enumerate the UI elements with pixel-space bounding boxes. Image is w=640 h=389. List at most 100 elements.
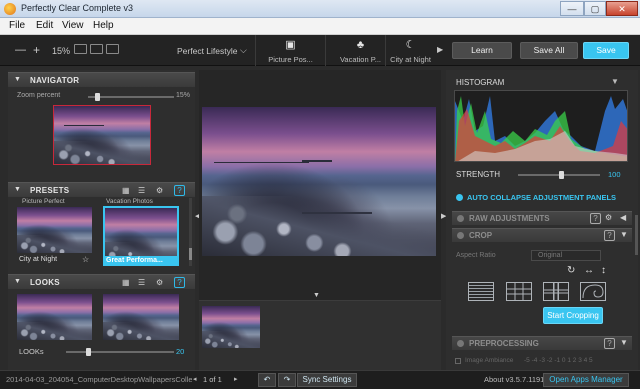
favorite-star-icon[interactable]: ☆ — [82, 255, 89, 264]
menu-edit[interactable]: Edit — [36, 20, 53, 31]
sync-settings-button[interactable]: Sync Settings — [297, 373, 357, 387]
preset-tile-city-night[interactable]: ☾ City at Night — [385, 35, 435, 66]
close-button[interactable]: ✕ — [606, 1, 638, 16]
minimize-button[interactable]: — — [560, 1, 584, 16]
preset-label-top: Vacation Photos — [106, 198, 153, 205]
split-view-icon[interactable] — [90, 44, 103, 54]
gear-icon[interactable]: ⚙ — [156, 186, 163, 195]
title-bar: Perfectly Clear Complete v3 — ▢ ✕ — [0, 0, 640, 18]
next-icon[interactable]: ▸ — [234, 375, 238, 383]
grid-view-icon[interactable]: ▦ — [122, 278, 130, 287]
raw-toggle-icon[interactable] — [457, 215, 464, 222]
gear-icon[interactable]: ⚙ — [156, 278, 163, 287]
looks-slider-value: 20 — [176, 347, 185, 356]
zoom-slider-handle[interactable] — [94, 93, 100, 101]
navigator-header[interactable]: ▼ NAVIGATOR — [8, 72, 195, 87]
looks-header[interactable]: ▼ LOOKS ▦ ☰ ⚙ ? — [8, 274, 195, 289]
strength-slider-handle[interactable] — [558, 171, 564, 179]
zoom-slider[interactable] — [88, 96, 174, 98]
preprocessing-header[interactable]: PREPROCESSING ? ▼ — [452, 336, 632, 350]
preset-selector[interactable]: Perfect Lifestyle — [177, 46, 237, 56]
collapse-icon[interactable]: ▼ — [14, 186, 21, 193]
auto-collapse-label[interactable]: AUTO COLLAPSE ADJUSTMENT PANELS — [467, 193, 616, 202]
preset-label-top: Picture Perfect — [22, 198, 65, 205]
look-thumbnail[interactable] — [103, 294, 179, 340]
open-apps-manager-button[interactable]: Open Apps Manager — [543, 373, 629, 387]
flip-horizontal-icon[interactable]: ↔ — [584, 265, 594, 276]
grid-golden-icon[interactable] — [543, 282, 569, 301]
crop-header[interactable]: CROP ? ▼ — [452, 228, 632, 242]
aspect-ratio-label: Aspect Ratio — [456, 252, 496, 259]
looks-slider[interactable] — [66, 351, 174, 353]
crop-toggle-icon[interactable] — [457, 232, 464, 239]
maximize-button[interactable]: ▢ — [584, 1, 606, 16]
city-moon-icon: ☾ — [405, 39, 416, 51]
zoom-in-button[interactable]: + — [33, 43, 40, 57]
look-thumbnail[interactable] — [17, 294, 92, 340]
list-view-icon[interactable]: ☰ — [138, 186, 145, 195]
about-link[interactable]: About v3.5.7.1191 — [484, 375, 544, 384]
collapse-icon[interactable]: ▼ — [14, 278, 21, 285]
preset-thumbnail-city-night[interactable] — [17, 207, 92, 253]
zoom-percent-label: Zoom percent — [17, 92, 61, 99]
scroll-right-icon[interactable]: ▶ — [437, 45, 443, 54]
help-icon[interactable]: ? — [604, 338, 615, 349]
zoom-value: 15% — [52, 46, 71, 56]
main-photo[interactable] — [202, 107, 436, 256]
toolbar: — + 15% Perfect Lifestyle ⌵ ▣ Picture Po… — [0, 35, 640, 66]
save-button[interactable]: Save — [583, 42, 629, 59]
collapse-icon[interactable]: ▼ — [14, 76, 21, 83]
right-panel-scrollbar[interactable] — [635, 215, 638, 255]
histogram-title: HISTOGRAM — [456, 78, 505, 87]
presets-scrollbar[interactable] — [189, 198, 192, 266]
preprocessing-toggle-icon[interactable] — [457, 340, 464, 347]
grid-fine-icon[interactable] — [468, 282, 494, 301]
start-cropping-button[interactable]: Start Cropping — [543, 307, 603, 324]
grid-view-icon[interactable]: ▦ — [122, 186, 130, 195]
menu-bar: File Edit View Help — [0, 18, 640, 35]
learn-button[interactable]: Learn — [452, 42, 512, 59]
image-viewer: ▼ — [199, 70, 441, 372]
single-view-icon[interactable] — [74, 44, 87, 54]
aspect-ratio-select[interactable]: Original — [531, 250, 601, 261]
help-icon[interactable]: ? — [174, 277, 185, 288]
auto-collapse-toggle-icon[interactable] — [456, 194, 463, 201]
status-bar: 2014-04-03_204054_ComputerDesktopWallpap… — [0, 370, 640, 389]
menu-help[interactable]: Help — [93, 20, 114, 31]
zoom-out-button[interactable]: — — [15, 44, 26, 56]
collapse-icon[interactable]: ▼ — [620, 230, 628, 239]
filmstrip-thumbnail[interactable] — [202, 306, 260, 348]
histogram-collapse-icon[interactable]: ▼ — [611, 77, 619, 86]
chevron-down-icon[interactable]: ⌵ — [240, 45, 247, 56]
filename-label: 2014-04-03_204054_ComputerDesktopWallpap… — [6, 375, 192, 384]
collapse-filmstrip-icon[interactable]: ▼ — [313, 292, 320, 299]
save-all-button[interactable]: Save All — [520, 42, 578, 59]
navigator-thumbnail[interactable] — [53, 105, 151, 165]
list-view-icon[interactable]: ☰ — [138, 278, 145, 287]
flip-vertical-icon[interactable]: ↕ — [601, 265, 606, 276]
grid-thirds-icon[interactable] — [506, 282, 532, 301]
rotate-icon[interactable]: ↻ — [567, 265, 575, 276]
picture-icon: ▣ — [285, 39, 296, 51]
preset-tile-picture[interactable]: ▣ Picture Pos... — [255, 35, 325, 66]
app-icon — [4, 3, 16, 15]
looks-slider-handle[interactable] — [85, 348, 91, 356]
expand-icon[interactable]: ◀ — [620, 213, 626, 222]
collapse-icon[interactable]: ▼ — [620, 338, 628, 347]
gear-icon[interactable]: ⚙ — [605, 213, 612, 222]
menu-file[interactable]: File — [9, 20, 25, 31]
help-icon[interactable]: ? — [604, 230, 615, 241]
undo-icon[interactable]: ↶ — [258, 373, 276, 387]
previous-icon[interactable]: ◂ — [193, 375, 197, 383]
help-icon[interactable]: ? — [174, 185, 185, 196]
help-icon[interactable]: ? — [590, 213, 601, 224]
side-by-side-view-icon[interactable] — [106, 44, 119, 54]
zoom-slider-value: 15% — [176, 92, 191, 99]
redo-icon[interactable]: ↷ — [278, 373, 296, 387]
histogram — [454, 90, 628, 162]
raw-adjustments-header[interactable]: RAW ADJUSTMENTS ? ⚙ ◀ — [452, 211, 632, 225]
grid-spiral-icon[interactable] — [580, 282, 606, 301]
presets-header[interactable]: ▼ PRESETS ▦ ☰ ⚙ ? — [8, 182, 195, 197]
image-ambiance-checkbox[interactable] — [455, 358, 461, 364]
menu-view[interactable]: View — [62, 20, 84, 31]
